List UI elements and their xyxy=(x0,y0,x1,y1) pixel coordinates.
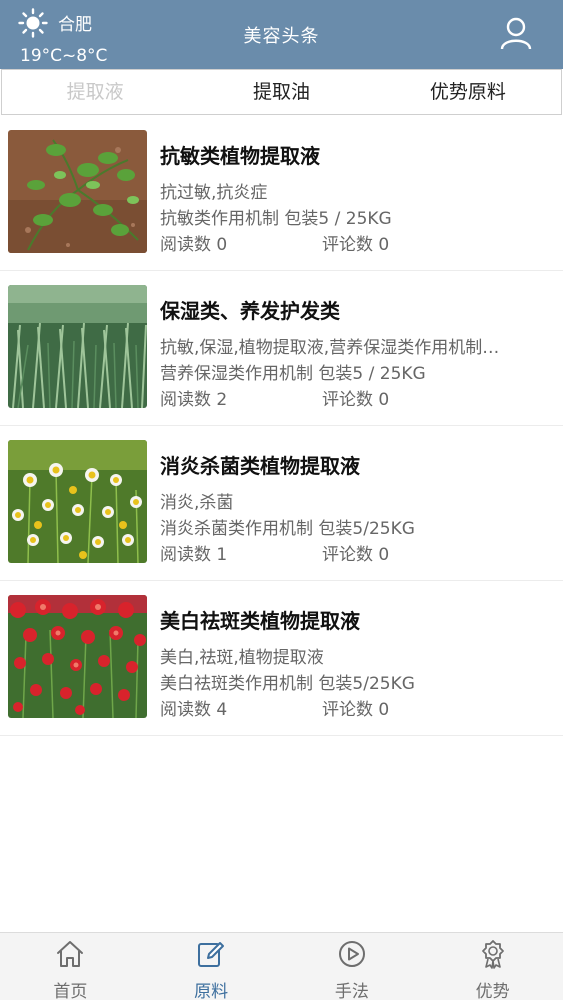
play-icon xyxy=(338,941,365,967)
user-icon[interactable] xyxy=(499,16,533,50)
app-header: 合肥 19°C~8°C 美容头条 xyxy=(0,0,563,69)
nav-techniques[interactable]: 手法 xyxy=(282,933,423,1000)
nav-advantages-label: 优势 xyxy=(475,982,510,1000)
read-count: 阅读数 0 xyxy=(160,235,228,255)
item-thumbnail xyxy=(8,595,147,718)
comment-count: 评论数 0 xyxy=(322,390,390,410)
read-count: 阅读数 1 xyxy=(160,545,228,565)
item-thumbnail xyxy=(8,440,147,563)
item-description: 美白,祛斑,植物提取液 xyxy=(160,648,324,668)
item-thumbnail xyxy=(8,285,147,408)
item-thumbnail xyxy=(8,130,147,253)
plant-photo xyxy=(8,130,147,253)
item-meta: 抗敏类作用机制 包装5 / 25KG xyxy=(160,209,392,229)
home-icon xyxy=(57,941,84,967)
tab-extract-oil[interactable]: 提取油 xyxy=(188,70,374,114)
item-meta: 消炎杀菌类作用机制 包装5/25KG xyxy=(160,519,415,539)
award-icon xyxy=(481,940,504,969)
comment-count: 评论数 0 xyxy=(322,700,390,720)
item-title: 保湿类、养发护发类 xyxy=(160,299,340,323)
comment-count: 评论数 0 xyxy=(322,235,390,255)
page-title: 美容头条 xyxy=(243,26,320,47)
temperature-range: 19°C~8°C xyxy=(20,46,108,66)
list-item[interactable]: 美白祛斑类植物提取液 美白,祛斑,植物提取液 美白祛斑类作用机制 包装5/25K… xyxy=(0,581,563,736)
item-meta: 营养保湿类作用机制 包装5 / 25KG xyxy=(160,364,426,384)
article-list: 抗敏类植物提取液 抗过敏,抗炎症 抗敏类作用机制 包装5 / 25KG 阅读数 … xyxy=(0,116,563,736)
item-meta: 美白祛斑类作用机制 包装5/25KG xyxy=(160,674,415,694)
read-count: 阅读数 2 xyxy=(160,390,228,410)
tab-advantage-materials[interactable]: 优势原料 xyxy=(375,70,561,114)
item-title: 消炎杀菌类植物提取液 xyxy=(160,454,360,478)
chamomile-photo xyxy=(8,440,147,563)
edit-icon xyxy=(198,942,225,967)
bottom-nav: 首页 原料 手法 优势 xyxy=(0,932,563,1000)
item-title: 美白祛斑类植物提取液 xyxy=(160,609,360,633)
read-count: 阅读数 4 xyxy=(160,700,228,720)
nav-materials[interactable]: 原料 xyxy=(141,933,282,1000)
tab-extract-liquid[interactable]: 提取液 xyxy=(2,70,188,114)
item-description: 抗敏,保湿,植物提取液,营养保湿类作用机制… xyxy=(160,338,500,358)
nav-materials-label: 原料 xyxy=(194,982,229,1000)
comment-count: 评论数 0 xyxy=(322,545,390,565)
item-title: 抗敏类植物提取液 xyxy=(160,144,320,168)
aloe-field-photo xyxy=(8,285,147,408)
list-item[interactable]: 抗敏类植物提取液 抗过敏,抗炎症 抗敏类作用机制 包装5 / 25KG 阅读数 … xyxy=(0,116,563,271)
list-item[interactable]: 消炎杀菌类植物提取液 消炎,杀菌 消炎杀菌类作用机制 包装5/25KG 阅读数 … xyxy=(0,426,563,581)
nav-techniques-label: 手法 xyxy=(334,982,369,1000)
list-item[interactable]: 保湿类、养发护发类 抗敏,保湿,植物提取液,营养保湿类作用机制… 营养保湿类作用… xyxy=(0,271,563,426)
category-tabs: 提取液 提取油 优势原料 xyxy=(1,69,562,115)
item-description: 消炎,杀菌 xyxy=(160,493,234,513)
item-description: 抗过敏,抗炎症 xyxy=(160,183,268,203)
red-flower-photo xyxy=(8,595,147,718)
nav-home[interactable]: 首页 xyxy=(0,933,141,1000)
nav-home-label: 首页 xyxy=(53,982,88,1000)
nav-advantages[interactable]: 优势 xyxy=(422,933,563,1000)
